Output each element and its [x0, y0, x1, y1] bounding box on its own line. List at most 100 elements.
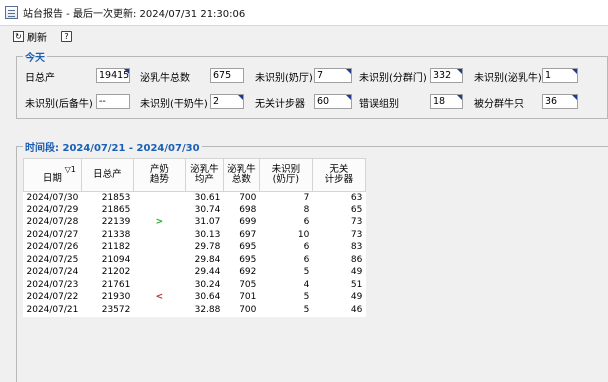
- cell-avg-yield: 29.78: [194, 242, 221, 253]
- cell-avg-yield: 30.24: [194, 279, 221, 290]
- cell-lactating-count: 698: [239, 204, 257, 215]
- cell-avg-yield: 30.61: [194, 192, 221, 203]
- cell-daily-total: 22139: [101, 217, 131, 228]
- cell-unid-parlor: 6: [303, 254, 310, 265]
- stat-label-lactating-count: 泌乳牛总数: [140, 73, 190, 84]
- cell-lactating-count: 700: [239, 304, 257, 315]
- cell-unrelated-pedometer: 46: [350, 304, 363, 315]
- stat-value-lactating-count: 675: [210, 68, 244, 83]
- stat-label-unid-lactating: 未识别(泌乳牛): [474, 73, 542, 84]
- col-header-unid-parlor[interactable]: 未识别 (奶厅): [258, 158, 313, 192]
- stat-value-unrelated-pedometer: 60: [314, 94, 352, 109]
- cell-date: 2024/07/21: [26, 304, 79, 315]
- period-group: 时间段: 2024/07/21 - 2024/07/30 ▽1 日期 日总产 产奶…: [16, 139, 608, 382]
- cell-unid-parlor: 5: [303, 304, 310, 315]
- cell-avg-yield: 30.74: [194, 204, 221, 215]
- stat-label-unrelated-pedometer: 无关计步器: [255, 99, 305, 110]
- stat-value-sorted-cows: 36: [542, 94, 578, 109]
- cell-daily-total: 21094: [101, 254, 131, 265]
- table-row[interactable]: 2024/07/30 21853 30.61 700 7 63: [24, 192, 366, 205]
- cell-date: 2024/07/25: [26, 254, 79, 265]
- table-row[interactable]: 2024/07/21 23572 32.88 700 5 46: [24, 304, 366, 317]
- table-row[interactable]: 2024/07/25 21094 29.84 695 6 86: [24, 254, 366, 267]
- refresh-icon: ↻: [13, 31, 24, 42]
- cell-date: 2024/07/26: [26, 242, 79, 253]
- refresh-label: 刷新: [27, 33, 47, 44]
- cell-unrelated-pedometer: 86: [350, 254, 363, 265]
- cell-daily-total: 21865: [101, 204, 131, 215]
- col-header-date[interactable]: ▽1 日期: [23, 158, 82, 192]
- table-row[interactable]: 2024/07/22 21930 <30.64 701 5 49: [24, 292, 366, 305]
- stat-value-unid-dry: 2: [210, 94, 244, 109]
- cell-milk-trend: [133, 242, 185, 255]
- help-button[interactable]: ?: [58, 29, 78, 44]
- cell-date: 2024/07/27: [26, 229, 79, 240]
- cell-unid-parlor: 4: [303, 279, 310, 290]
- cell-unrelated-pedometer: 51: [350, 279, 363, 290]
- toolbar: ↻ 刷新 ?: [0, 27, 608, 46]
- cell-unrelated-pedometer: 83: [350, 242, 363, 253]
- daily-report-table: ▽1 日期 日总产 产奶 趋势 泌乳牛 均产 泌乳牛 总数 未识别 (奶厅) 无关…: [23, 158, 366, 317]
- window-titlebar: 站台报告 - 最后一次更新: 2024/07/31 21:30:06: [0, 0, 608, 26]
- cell-milk-trend: [133, 192, 185, 205]
- cell-unrelated-pedometer: 73: [350, 217, 363, 228]
- stat-value-unid-lactating: 1: [542, 68, 578, 83]
- table-row[interactable]: 2024/07/29 21865 30.74 698 8 65: [24, 204, 366, 217]
- today-group: 今天 日总产 19415 泌乳牛总数 675 未识别(奶厅) 7 未识别(分群门…: [16, 49, 608, 119]
- cell-unid-parlor: 10: [297, 229, 310, 240]
- cell-lactating-count: 700: [239, 192, 257, 203]
- cell-unid-parlor: 7: [303, 192, 310, 203]
- today-title: 今天: [23, 49, 47, 64]
- cell-date: 2024/07/24: [26, 267, 79, 278]
- cell-date: 2024/07/30: [26, 192, 79, 203]
- cell-milk-trend: [133, 254, 185, 267]
- cell-unrelated-pedometer: 49: [350, 292, 363, 303]
- stat-label-unid-parlor: 未识别(奶厅): [255, 73, 313, 84]
- col-header-avg-yield[interactable]: 泌乳牛 均产: [184, 158, 224, 192]
- period-title: 时间段: 2024/07/21 - 2024/07/30: [23, 139, 202, 154]
- col-header-date-label: 日期: [42, 173, 62, 184]
- table-row[interactable]: 2024/07/27 21338 30.13 697 10 73: [24, 229, 366, 242]
- cell-date: 2024/07/28: [26, 217, 79, 228]
- window-title: 站台报告 - 最后一次更新: 2024/07/31 21:30:06: [23, 9, 246, 20]
- cell-milk-trend: [133, 304, 185, 317]
- cell-unrelated-pedometer: 63: [350, 192, 363, 203]
- table-row[interactable]: 2024/07/26 21182 29.78 695 6 83: [24, 242, 366, 255]
- stat-label-unid-heifer: 未识别(后备牛): [25, 99, 93, 110]
- table-row[interactable]: 2024/07/23 21761 30.24 705 4 51: [24, 279, 366, 292]
- stat-value-unid-parlor: 7: [314, 68, 352, 83]
- cell-date: 2024/07/23: [26, 279, 79, 290]
- col-header-unrelated-pedometer[interactable]: 无关 计步器: [311, 158, 366, 192]
- cell-avg-yield: 30.13: [194, 229, 221, 240]
- cell-daily-total: 21338: [101, 229, 131, 240]
- cell-daily-total: 21761: [101, 279, 131, 290]
- cell-lactating-count: 692: [239, 267, 257, 278]
- cell-daily-total: 21930: [101, 292, 131, 303]
- cell-avg-yield: 29.44: [194, 267, 221, 278]
- stat-label-wrong-group: 错误组别: [359, 99, 399, 110]
- cell-unid-parlor: 5: [303, 292, 310, 303]
- cell-unid-parlor: 6: [303, 242, 310, 253]
- cell-daily-total: 23572: [101, 304, 131, 315]
- cell-milk-trend: [133, 229, 185, 242]
- refresh-button[interactable]: ↻ 刷新: [10, 29, 50, 44]
- cell-date: 2024/07/29: [26, 204, 79, 215]
- cell-lactating-count: 695: [239, 242, 257, 253]
- stat-label-daily-total: 日总产: [25, 73, 55, 84]
- cell-milk-trend: [133, 267, 185, 280]
- col-header-milk-trend[interactable]: 产奶 趋势: [132, 158, 186, 192]
- table-row[interactable]: 2024/07/24 21202 29.44 692 5 49: [24, 267, 366, 280]
- stat-value-daily-total: 19415: [96, 68, 130, 83]
- col-header-lactating-count[interactable]: 泌乳牛 总数: [222, 158, 260, 192]
- cell-milk-trend: >: [155, 217, 164, 228]
- table-row[interactable]: 2024/07/28 22139 >31.07 699 6 73: [24, 217, 366, 230]
- cell-lactating-count: 701: [239, 292, 257, 303]
- stat-value-unid-heifer: --: [96, 94, 130, 109]
- help-icon: ?: [61, 31, 72, 42]
- cell-lactating-count: 697: [239, 229, 257, 240]
- cell-unid-parlor: 8: [303, 204, 310, 215]
- col-header-daily-total[interactable]: 日总产: [80, 158, 134, 192]
- stat-label-unid-dry: 未识别(干奶牛): [140, 99, 208, 110]
- cell-milk-trend: [133, 204, 185, 217]
- cell-unrelated-pedometer: 65: [350, 204, 363, 215]
